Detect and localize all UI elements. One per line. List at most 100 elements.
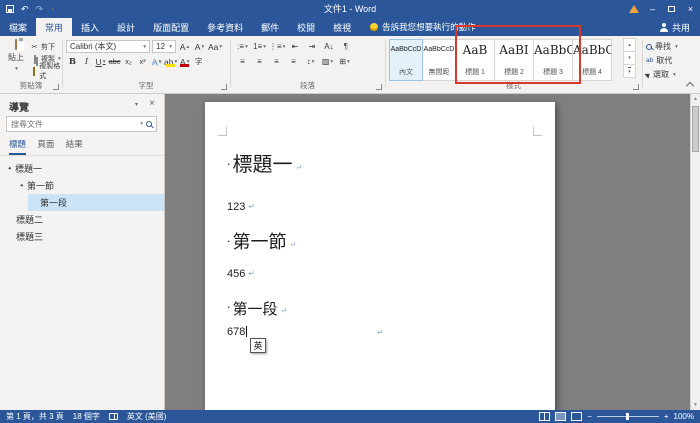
enclose-characters-button[interactable]: 字	[192, 55, 205, 68]
nav-tab-results[interactable]: 結果	[66, 138, 83, 153]
zoom-out-button[interactable]: −	[587, 412, 592, 421]
style-heading4[interactable]: AaBbC 標題 4	[572, 39, 612, 81]
style-no-spacing[interactable]: AaBbCcD 無間距	[422, 39, 456, 81]
titlebar: ↶ ↷ ▾ 文件1 - Word – ×	[0, 0, 700, 18]
nav-tab-pages[interactable]: 頁面	[37, 138, 54, 153]
find-button[interactable]: 尋找 ▾	[646, 40, 678, 53]
tell-me-box[interactable]: 告訴我您想要執行的動作	[370, 18, 476, 36]
tab-view[interactable]: 檢視	[324, 18, 360, 36]
tab-mailings[interactable]: 郵件	[252, 18, 288, 36]
cut-button[interactable]: ✂ 剪下	[30, 41, 62, 53]
tab-layout[interactable]: 版面配置	[144, 18, 198, 36]
paste-dropdown-icon[interactable]: ▾	[15, 66, 18, 72]
zoom-level[interactable]: 100%	[674, 412, 694, 421]
nav-tab-headings[interactable]: 標題	[9, 138, 26, 155]
nav-tree-item-selected[interactable]: 第一段	[28, 194, 164, 211]
font-size-combo[interactable]: 12 ▾	[152, 40, 176, 53]
tab-references[interactable]: 參考資料	[198, 18, 252, 36]
clipboard-dialog-launcher[interactable]	[53, 84, 59, 90]
gallery-scroll-up-button[interactable]: ▴	[623, 38, 636, 52]
search-dropdown-icon[interactable]: ▾	[140, 121, 143, 127]
sort-button[interactable]: A↓	[321, 40, 336, 53]
word-count[interactable]: 18 個字	[73, 411, 100, 422]
expand-triangle-icon[interactable]: ▼	[6, 164, 14, 172]
nav-tree-item[interactable]: 標題二	[0, 211, 164, 228]
search-icon[interactable]	[146, 121, 152, 127]
nav-tree-item[interactable]: ▼ 標題一	[0, 160, 164, 177]
increase-indent-button[interactable]: ⇥	[304, 40, 319, 53]
scrollbar-thumb[interactable]	[692, 106, 699, 152]
shading-button[interactable]: ▨▾	[320, 55, 335, 68]
align-right-button[interactable]: ≡	[269, 55, 284, 68]
vertical-scrollbar[interactable]: ▲ ▼	[690, 94, 700, 410]
share-button[interactable]: 共用	[659, 18, 700, 36]
underline-button[interactable]: U▾	[94, 55, 107, 68]
scroll-up-icon[interactable]: ▲	[691, 96, 700, 102]
close-button[interactable]: ×	[681, 0, 700, 18]
page-indicator[interactable]: 第 1 頁，共 3 頁	[6, 411, 64, 422]
tab-review[interactable]: 校閱	[288, 18, 324, 36]
style-heading1[interactable]: AaB 標題 1	[455, 39, 495, 81]
print-layout-button[interactable]	[555, 412, 566, 421]
font-name-combo[interactable]: Calibri (本文) ▾	[66, 40, 150, 53]
scroll-down-icon[interactable]: ▼	[691, 402, 700, 408]
minimize-button[interactable]: –	[643, 0, 662, 18]
superscript-button[interactable]: x²	[136, 55, 149, 68]
zoom-slider[interactable]	[597, 416, 659, 417]
paste-button[interactable]: 貼上 ▾	[3, 40, 29, 84]
navigation-close-icon[interactable]: ×	[149, 98, 155, 109]
paragraph-mark-icon: ↵	[290, 240, 297, 249]
notification-icon[interactable]	[624, 0, 643, 18]
maximize-button[interactable]	[662, 0, 681, 18]
style-heading2[interactable]: AaBI 標題 2	[494, 39, 534, 81]
show-formatting-marks-button[interactable]: ¶	[338, 40, 353, 53]
numbering-button[interactable]: 1≡▾	[252, 40, 267, 53]
line-spacing-button[interactable]: ↕▾	[303, 55, 318, 68]
styles-dialog-launcher[interactable]	[633, 84, 639, 90]
decrease-indent-button[interactable]: ⇤	[287, 40, 302, 53]
cut-label: 剪下	[41, 42, 55, 52]
font-dialog-launcher[interactable]	[221, 84, 227, 90]
style-normal[interactable]: AaBbCcD 內文	[389, 39, 423, 81]
zoom-slider-thumb[interactable]	[626, 413, 629, 420]
paragraph-dialog-launcher[interactable]	[376, 84, 382, 90]
document-page[interactable]: ·標題一↵ 123↵ ·第一節↵ 456↵ ·第一段↵ 678 ↵ 英	[205, 102, 555, 410]
nav-tree-item[interactable]: 標題三	[0, 228, 164, 245]
change-case-button[interactable]: Aa▾	[208, 40, 222, 53]
shrink-font-button[interactable]: A▾	[193, 40, 206, 53]
subscript-button[interactable]: x₂	[122, 55, 135, 68]
italic-button[interactable]: I	[80, 55, 93, 68]
format-painter-button[interactable]: 複製格式	[30, 65, 62, 77]
highlight-color-button[interactable]: ab▾	[164, 55, 177, 68]
styles-gallery: AaBbCcD 內文 AaBbCcD 無間距 AaB 標題 1 AaBI 標題 …	[389, 39, 611, 83]
tab-insert[interactable]: 插入	[72, 18, 108, 36]
zoom-in-button[interactable]: +	[664, 412, 669, 421]
proofing-icon[interactable]	[109, 413, 118, 420]
align-left-button[interactable]: ≡	[235, 55, 250, 68]
tab-file[interactable]: 檔案	[0, 18, 36, 36]
tab-home[interactable]: 常用	[36, 18, 72, 36]
borders-button[interactable]: ⊞▾	[337, 55, 352, 68]
gallery-scroll-down-button[interactable]: ▾	[623, 51, 636, 65]
tab-design[interactable]: 設計	[108, 18, 144, 36]
grow-font-button[interactable]: A▴	[178, 40, 191, 53]
language-indicator[interactable]: 英文 (美國)	[127, 411, 167, 422]
navigation-options-icon[interactable]: ▾	[135, 101, 138, 108]
bold-button[interactable]: B	[66, 55, 79, 68]
bullets-button[interactable]: :≡▾	[235, 40, 250, 53]
multilevel-list-button[interactable]: ⋮≡▾	[269, 40, 285, 53]
read-mode-button[interactable]	[539, 412, 550, 421]
web-layout-button[interactable]	[571, 412, 582, 421]
select-button[interactable]: 選取 ▾	[646, 68, 676, 81]
expand-triangle-icon[interactable]: ▼	[18, 181, 26, 189]
align-center-button[interactable]: ≡	[252, 55, 267, 68]
text-effects-button[interactable]: A▾	[150, 55, 163, 68]
nav-search-input[interactable]	[7, 120, 140, 129]
font-color-button[interactable]: A▾	[178, 55, 191, 68]
style-heading3[interactable]: AaBbC 標題 3	[533, 39, 573, 81]
gallery-more-button[interactable]: ▾	[623, 64, 636, 78]
nav-tree-item[interactable]: ▼ 第一節	[0, 177, 164, 194]
replace-button[interactable]: ab 取代	[646, 54, 672, 67]
strikethrough-button[interactable]: abc	[108, 55, 121, 68]
justify-button[interactable]: ≡	[286, 55, 301, 68]
